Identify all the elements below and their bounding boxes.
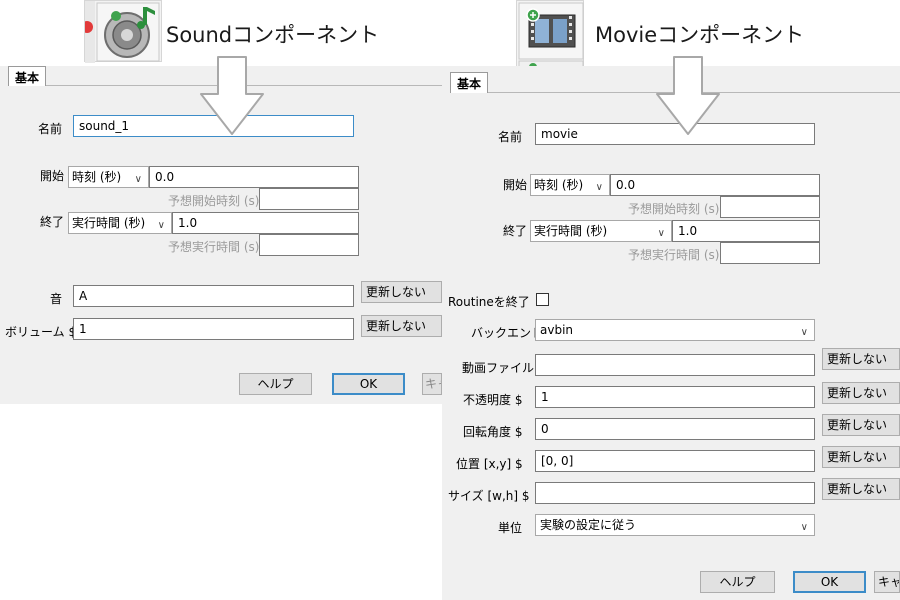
movie-component-title: Movieコンポーネント	[595, 23, 805, 47]
cancel-button[interactable]: キャ	[422, 373, 442, 395]
sound-field[interactable]: A	[73, 285, 354, 307]
down-arrow-icon	[656, 56, 720, 135]
movie-file-update-select[interactable]: 更新しない	[822, 348, 900, 370]
opacity-field[interactable]: 1	[535, 386, 815, 408]
size-label: サイズ [w,h] $	[448, 489, 530, 503]
start-type-value: 時刻 (秒)	[534, 178, 584, 192]
start-label: 開始	[40, 169, 65, 183]
expected-start-field[interactable]	[720, 196, 820, 218]
expected-duration-label: 予想実行時間 (s)	[628, 248, 720, 262]
help-button[interactable]: ヘルプ	[239, 373, 312, 395]
sound-component-icon-frame	[81, 0, 162, 63]
opacity-update-select[interactable]: 更新しない	[822, 382, 900, 404]
force-end-routine-label: Routineを終了	[448, 295, 530, 309]
volume-label: ボリューム $	[5, 325, 77, 339]
stop-label: 終了	[40, 215, 65, 229]
sound-label: 音	[50, 292, 63, 306]
ok-button[interactable]: OK	[793, 571, 866, 593]
chevron-down-icon: ∨	[157, 220, 165, 231]
force-end-routine-checkbox[interactable]	[536, 293, 549, 306]
speaker-icon	[81, 1, 160, 63]
chevron-down-icon: ∨	[134, 174, 142, 185]
start-type-select[interactable]: 時刻 (秒) ∨	[530, 174, 610, 196]
film-icon	[518, 2, 584, 71]
expected-duration-field[interactable]	[259, 234, 359, 256]
stop-value-field[interactable]: 1.0	[672, 220, 820, 242]
ok-button[interactable]: OK	[332, 373, 405, 395]
orientation-field[interactable]: 0	[535, 418, 815, 440]
orientation-update-select[interactable]: 更新しない	[822, 414, 900, 436]
down-arrow-icon	[200, 56, 264, 135]
units-select[interactable]: 実験の設定に従う ∨	[535, 514, 815, 536]
size-field[interactable]	[535, 482, 815, 504]
movie-file-field[interactable]	[535, 354, 815, 376]
position-update-select[interactable]: 更新しない	[822, 446, 900, 468]
name-label: 名前	[38, 122, 63, 136]
chevron-down-icon: ∨	[800, 327, 808, 338]
tab-basic[interactable]: 基本	[8, 66, 47, 86]
expected-start-label: 予想開始時刻 (s)	[168, 194, 260, 208]
units-value: 実験の設定に従う	[540, 518, 637, 532]
stop-type-value: 実行時間 (秒)	[534, 224, 608, 238]
stop-type-select[interactable]: 実行時間 (秒) ∨	[68, 212, 172, 234]
volume-update-select[interactable]: 更新しない	[361, 315, 442, 337]
start-label: 開始	[503, 178, 528, 192]
position-label: 位置 [x,y] $	[456, 457, 523, 471]
start-type-select[interactable]: 時刻 (秒) ∨	[68, 166, 149, 188]
movie-file-label: 動画ファイル	[462, 361, 535, 375]
position-field[interactable]: [0, 0]	[535, 450, 815, 472]
tab-basic[interactable]: 基本	[450, 72, 489, 93]
sound-update-select[interactable]: 更新しない	[361, 281, 442, 303]
cancel-button[interactable]: キャ	[874, 571, 900, 593]
stop-type-value: 実行時間 (秒)	[72, 216, 146, 230]
expected-start-label: 予想開始時刻 (s)	[628, 202, 720, 216]
backend-value: avbin	[540, 323, 574, 337]
size-update-select[interactable]: 更新しない	[822, 478, 900, 500]
start-type-value: 時刻 (秒)	[72, 170, 122, 184]
start-value-field[interactable]: 0.0	[610, 174, 820, 196]
movie-component-icon-frame	[516, 0, 584, 71]
chevron-down-icon: ∨	[595, 182, 603, 193]
expected-duration-field[interactable]	[720, 242, 820, 264]
expected-duration-label: 予想実行時間 (s)	[168, 240, 260, 254]
stop-type-select[interactable]: 実行時間 (秒) ∨	[530, 220, 672, 242]
chevron-down-icon: ∨	[800, 522, 808, 533]
expected-start-field[interactable]	[259, 188, 359, 210]
chevron-down-icon: ∨	[657, 228, 665, 239]
help-button[interactable]: ヘルプ	[700, 571, 775, 593]
backend-select[interactable]: avbin ∨	[535, 319, 815, 341]
stop-label: 終了	[503, 224, 528, 238]
sound-component-title: Soundコンポーネント	[166, 23, 380, 47]
name-label: 名前	[498, 130, 523, 144]
opacity-label: 不透明度 $	[463, 393, 523, 407]
units-label: 単位	[498, 521, 523, 535]
orientation-label: 回転角度 $	[463, 425, 523, 439]
volume-field[interactable]: 1	[73, 318, 354, 340]
movie-dialog: 基本 名前 movie 開始 時刻 (秒) ∨ 0.0 予想開始時刻 (s) 終…	[442, 66, 900, 600]
backend-label: バックエンド	[471, 326, 544, 340]
stop-value-field[interactable]: 1.0	[172, 212, 359, 234]
start-value-field[interactable]: 0.0	[149, 166, 359, 188]
